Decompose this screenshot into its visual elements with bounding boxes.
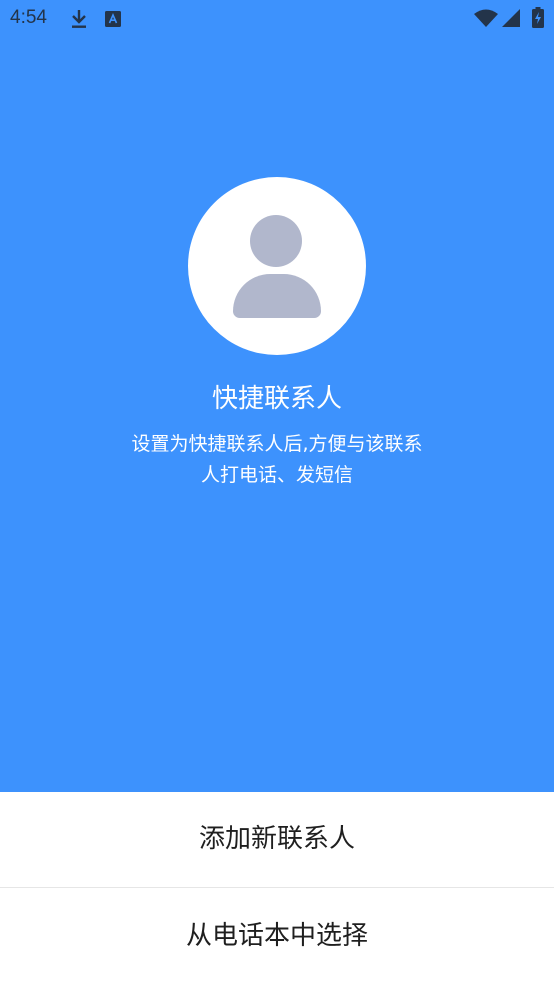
page-description: 设置为快捷联系人后,方便与该联系人打电话、发短信	[131, 433, 423, 486]
person-avatar-body	[233, 274, 321, 318]
battery-charging-icon	[532, 7, 544, 28]
add-new-contact-button[interactable]: 添加新联系人	[0, 792, 554, 887]
download-icon	[70, 9, 88, 29]
header-panel: 4:54 快捷联系人 设置为快捷联系人后,方便与该联系人打电话、发短信	[0, 0, 554, 792]
wifi-icon	[474, 9, 498, 27]
choose-from-phonebook-button[interactable]: 从电话本中选择	[0, 888, 554, 984]
status-time: 4:54	[10, 7, 47, 28]
status-bar: 4:54	[0, 0, 554, 38]
cell-signal-icon	[502, 9, 520, 27]
page-title: 快捷联系人	[211, 384, 342, 414]
contact-avatar	[188, 177, 366, 355]
translate-app-icon	[105, 11, 121, 27]
person-avatar-icon	[250, 215, 302, 267]
